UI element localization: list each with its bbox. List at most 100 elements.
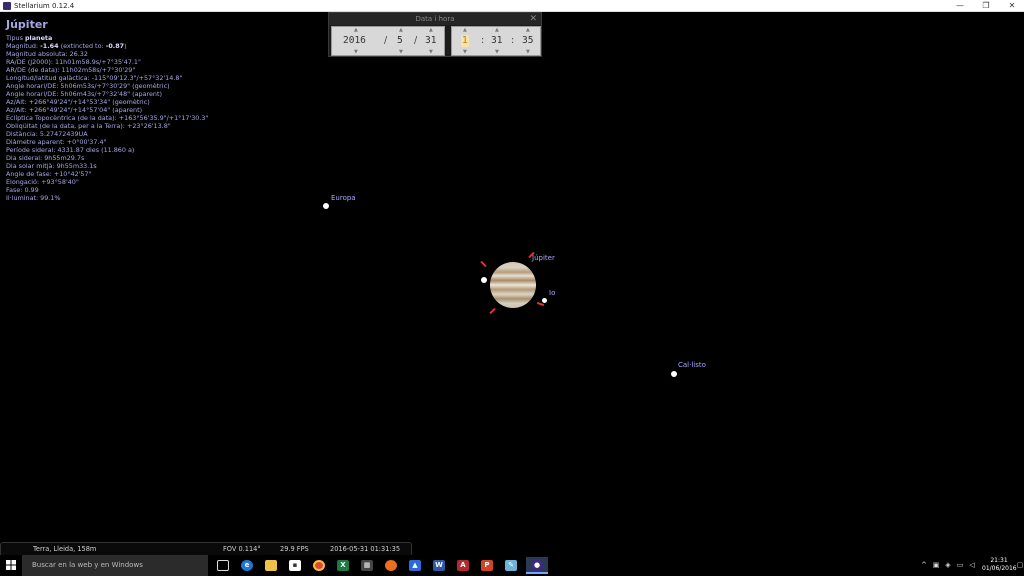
search-input[interactable]: Buscar en la web y en Windows — [22, 555, 208, 576]
second-down-arrow-icon[interactable]: ▼ — [526, 50, 530, 55]
info-line: Obliqüitat (de la data, per a la Terra):… — [6, 122, 171, 130]
hour-down-arrow-icon[interactable]: ▼ — [463, 50, 467, 55]
window-title: Stellarium 0.12.4 — [14, 2, 75, 10]
day-down-arrow-icon[interactable]: ▼ — [429, 50, 433, 55]
time-fields: ▲ 1 ▼ : ▲ 31 ▼ : ▲ 35 ▼ — [451, 26, 541, 56]
firefox-icon[interactable] — [382, 557, 400, 574]
date-separator: / — [414, 35, 418, 46]
windows-logo-icon — [6, 560, 16, 570]
magnitude-value: -1.64 — [40, 42, 59, 50]
maximize-button[interactable]: ❐ — [972, 0, 1000, 12]
word-icon[interactable]: W — [430, 557, 448, 574]
status-bar: Terra, Lleida, 158m FOV 0.114° 29.9 FPS … — [0, 542, 412, 555]
jupiter-label: Júpiter — [532, 254, 555, 262]
info-line: Az/Alt: +266°49'24"/+14°57'04" (aparent) — [6, 106, 143, 114]
year-up-arrow-icon[interactable]: ▲ — [354, 28, 358, 33]
info-line: Distància: 5.27472439UA — [6, 130, 88, 138]
info-line: Angle de fase: +10°42'57" — [6, 170, 92, 178]
info-line: Longitud/latitud galàctica: -115°09'12.3… — [6, 74, 183, 82]
info-line: Eclíptica Topocèntrica (de la data): +16… — [6, 114, 209, 122]
info-line: RA/DE (J2000): 11h01m58.9s/+7°35'47.1" — [6, 58, 141, 66]
object-name: Júpiter — [6, 18, 48, 31]
second-field[interactable]: 35 — [522, 35, 533, 47]
date-fields: ▲ 2016 ▼ / ▲ 5 ▼ / ▲ 31 ▼ — [331, 26, 445, 56]
info-line: Angle horari/DE: 5h06m43s/+7°32'48" (apa… — [6, 90, 162, 98]
notifications-icon[interactable]: ▢ — [1016, 561, 1024, 569]
hour-up-arrow-icon[interactable]: ▲ — [463, 28, 467, 33]
extinction-prefix: (extincted to: — [60, 42, 104, 50]
month-field[interactable]: 5 — [397, 35, 403, 47]
calculator-icon[interactable]: ▦ — [358, 557, 376, 574]
search-placeholder: Buscar en la web y en Windows — [32, 561, 143, 569]
io-label: Io — [549, 289, 556, 297]
day-field[interactable]: 31 — [425, 35, 436, 47]
show-hidden-icons-icon[interactable]: ^ — [920, 561, 928, 569]
stellarium-shortcut-icon[interactable]: ▲ — [406, 557, 424, 574]
battery-icon[interactable]: ▭ — [956, 561, 964, 569]
taskview-icon[interactable] — [214, 557, 232, 574]
europa-label: Europa — [331, 194, 356, 202]
time-separator: : — [511, 35, 515, 46]
start-button[interactable] — [0, 555, 22, 576]
info-line: Elongació: +93°58'40" — [6, 178, 79, 186]
store-icon[interactable]: ▪ — [286, 557, 304, 574]
object-abs-magnitude: Magnitud absoluta: 26.32 — [6, 50, 88, 58]
minute-down-arrow-icon[interactable]: ▼ — [495, 50, 499, 55]
network-icon[interactable]: ▣ — [932, 561, 940, 569]
fps-text: 29.9 FPS — [280, 545, 309, 553]
clock-date[interactable]: 01/06/2016 — [982, 565, 1017, 573]
object-type: Tipus planeta — [6, 34, 208, 42]
stellarium-app-icon — [3, 2, 11, 10]
window-titlebar: Stellarium 0.12.4 — ❐ ✕ — [0, 0, 1024, 12]
info-line: Diàmetre aparent: +0°00'37.4" — [6, 138, 107, 146]
minimize-button[interactable]: — — [946, 0, 974, 12]
dialog-title: Data i hora — [415, 15, 455, 23]
access-icon[interactable]: A — [454, 557, 472, 574]
month-down-arrow-icon[interactable]: ▼ — [399, 50, 403, 55]
extinction-suffix: ) — [124, 42, 127, 50]
clock-time[interactable]: 21:31 — [982, 557, 1016, 565]
fov-text: FOV 0.114° — [223, 545, 261, 553]
year-field[interactable]: 2016 — [343, 35, 366, 47]
object-type-value: planeta — [24, 34, 53, 42]
location-text: Terra, Lleida, 158m — [33, 545, 97, 553]
hour-field[interactable]: 1 — [461, 35, 469, 47]
minute-up-arrow-icon[interactable]: ▲ — [495, 28, 499, 33]
magnitude-label: Magnitud: — [6, 42, 39, 50]
edge-icon[interactable]: e — [238, 557, 256, 574]
dialog-close-icon[interactable]: ✕ — [529, 13, 537, 25]
ganymede-moon[interactable] — [481, 277, 487, 283]
excel-icon[interactable]: X — [334, 557, 352, 574]
security-icon[interactable]: ◈ — [944, 561, 952, 569]
file-explorer-icon[interactable] — [262, 557, 280, 574]
info-line: Fase: 0.99 — [6, 186, 39, 194]
minute-field[interactable]: 31 — [491, 35, 502, 47]
date-separator: / — [384, 35, 388, 46]
callisto-moon[interactable] — [671, 371, 677, 377]
info-line: Az/Alt: +266°49'24"/+14°53'34" (geomètri… — [6, 98, 150, 106]
info-line: Període sideral: 4331.87 dies (11.860 a) — [6, 146, 135, 154]
day-up-arrow-icon[interactable]: ▲ — [429, 28, 433, 33]
second-up-arrow-icon[interactable]: ▲ — [526, 28, 530, 33]
datetime-text: 2016-05-31 01:31:35 — [330, 545, 401, 553]
europa-moon[interactable] — [323, 203, 329, 209]
powerpoint-icon[interactable]: P — [478, 557, 496, 574]
info-line: AR/DE (de data): 11h02m58s/+7°30'29" — [6, 66, 136, 74]
io-moon[interactable] — [542, 298, 547, 303]
object-type-label: Tipus — [6, 34, 23, 42]
info-line: Angle horari/DE: 5h06m53s/+7°30'29" (geo… — [6, 82, 170, 90]
stellarium-taskbar-icon[interactable]: ● — [526, 557, 548, 574]
month-up-arrow-icon[interactable]: ▲ — [399, 28, 403, 33]
info-line: Dia solar mitjà: 9h55m33.1s — [6, 162, 97, 170]
notes-icon[interactable]: ✎ — [502, 557, 520, 574]
object-info-panel: Júpiter Tipus planeta Magnitud: -1.64 (e… — [6, 18, 208, 202]
volume-icon[interactable]: ◁ — [968, 561, 976, 569]
dialog-header[interactable]: Data i hora ✕ — [329, 13, 541, 25]
jupiter-planet[interactable] — [490, 262, 536, 308]
year-down-arrow-icon[interactable]: ▼ — [354, 50, 358, 55]
time-separator: : — [481, 35, 485, 46]
close-window-button[interactable]: ✕ — [998, 0, 1024, 12]
windows-taskbar: Buscar en la web y en Windows e ▪ X ▦ ▲ … — [0, 555, 1024, 576]
chrome-icon[interactable] — [310, 557, 328, 574]
info-line: Il·luminat: 99.1% — [6, 194, 61, 202]
